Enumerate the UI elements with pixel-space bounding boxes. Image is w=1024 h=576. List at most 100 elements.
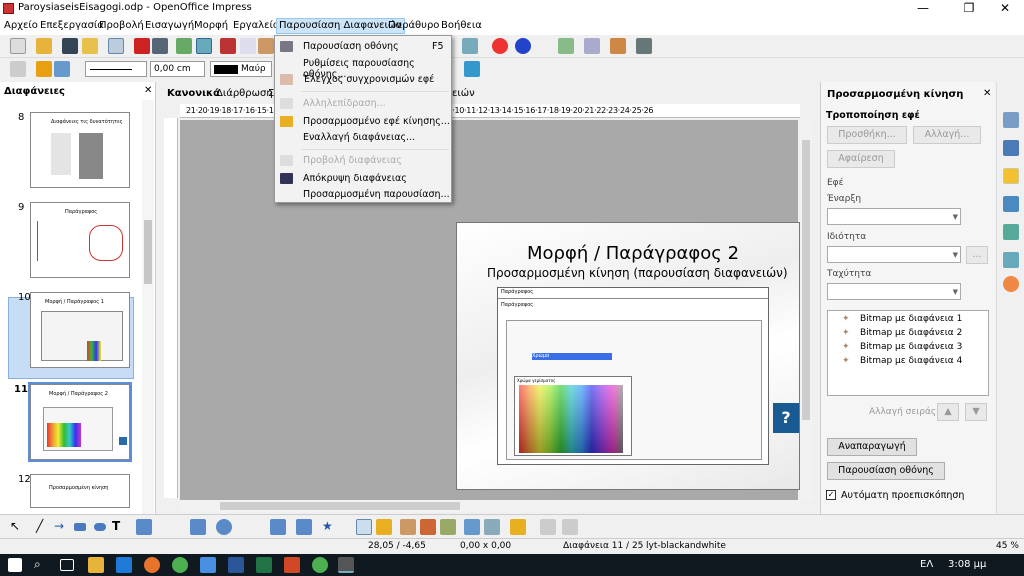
autopreview-checkbox[interactable]: ✓	[826, 490, 836, 500]
chrome-icon[interactable]	[172, 557, 188, 573]
slide-thumbnail-9[interactable]: Παράγραφος	[30, 202, 130, 278]
line-icon[interactable]: ╱	[36, 519, 52, 535]
copy-icon[interactable]	[240, 38, 256, 54]
symbol-shapes-icon[interactable]	[216, 519, 232, 535]
cut-icon[interactable]	[220, 38, 236, 54]
word-icon[interactable]	[228, 557, 244, 573]
fill-icon[interactable]	[464, 61, 480, 77]
points-icon[interactable]	[356, 519, 372, 535]
arrange-icon[interactable]	[510, 519, 526, 535]
explorer-icon[interactable]	[88, 557, 104, 573]
change-effect-button[interactable]: Αλλαγή...	[913, 126, 981, 144]
effect-item[interactable]: ✦ Bitmap με διαφάνεια 4	[842, 356, 962, 366]
language-indicator[interactable]: ΕΛ	[920, 559, 933, 570]
callouts-icon[interactable]	[296, 519, 312, 535]
tab-normal[interactable]: Κανονικά	[167, 88, 220, 99]
effect-item[interactable]: ✦ Bitmap με διαφάνεια 1	[842, 314, 962, 324]
master-slides-icon[interactable]	[1003, 224, 1019, 240]
ellipse-icon[interactable]	[94, 523, 106, 531]
layouts-icon[interactable]	[1003, 140, 1019, 156]
transition-icon[interactable]	[1003, 196, 1019, 212]
zoom-level[interactable]: 45 %	[996, 541, 1019, 551]
effect-item[interactable]: ✦ Bitmap με διαφάνεια 3	[842, 342, 962, 352]
flowchart-icon[interactable]	[270, 519, 286, 535]
menu-item-custom-animation[interactable]: Προσαρμοσμένο εφέ κίνησης...	[303, 116, 450, 127]
arrow-style-icon[interactable]	[54, 61, 70, 77]
3d-icon[interactable]	[540, 519, 556, 535]
help-icon[interactable]	[515, 38, 531, 54]
menu-window[interactable]: Παράθυρο	[388, 20, 439, 31]
menu-item-custom-slideshow[interactable]: Προσαρμοσμένη παρουσίαση...	[303, 189, 450, 200]
save-icon[interactable]	[62, 38, 78, 54]
firefox-icon[interactable]	[144, 557, 160, 573]
edge-icon[interactable]	[116, 557, 132, 573]
menu-item-show-slide[interactable]: Προβολή διαφάνειας	[303, 155, 402, 166]
start-combo[interactable]: ▼	[827, 208, 961, 225]
slide-thumbnail-11[interactable]: Μορφή / Παράγραφος 2	[28, 382, 132, 462]
menu-item-interaction[interactable]: Αλληλεπίδραση...	[303, 98, 386, 109]
move-down-button[interactable]: ▼	[965, 403, 987, 421]
new-icon[interactable]	[10, 38, 26, 54]
properties-icon[interactable]	[1003, 112, 1019, 128]
open-folder-icon[interactable]	[36, 38, 52, 54]
impress-taskbar-icon[interactable]	[338, 557, 354, 573]
menu-tools[interactable]: Εργαλεία	[233, 20, 279, 31]
styles-icon[interactable]	[10, 61, 26, 77]
excel-icon[interactable]	[256, 557, 272, 573]
line-style-combo[interactable]	[85, 61, 147, 77]
slide-thumbnail-8[interactable]: Διαφάνειες τις δυνατότητες	[30, 112, 130, 188]
curve-icon[interactable]	[136, 519, 152, 535]
menu-format[interactable]: Μορφή	[194, 20, 228, 31]
play-button[interactable]: Αναπαραγωγή	[827, 438, 917, 456]
powerpoint-icon[interactable]	[284, 557, 300, 573]
text-icon[interactable]: T	[112, 519, 128, 535]
maximize-button[interactable]: ❐	[954, 0, 984, 17]
zoom-icon[interactable]	[492, 38, 508, 54]
add-effect-button[interactable]: Προσθήκη...	[827, 126, 907, 144]
search-icon[interactable]: ⌕	[34, 557, 50, 573]
edit-file-icon[interactable]	[108, 38, 124, 54]
select-icon[interactable]: ↖	[10, 519, 26, 535]
stars-icon[interactable]: ★	[322, 519, 338, 535]
tab-outline[interactable]: Διάρθρωση	[216, 88, 273, 99]
export-pdf-icon[interactable]	[134, 38, 150, 54]
slide[interactable]: Μορφή / Παράγραφος 2 Προσαρμοσμένη κίνησ…	[456, 222, 800, 490]
close-window-button[interactable]: ✕	[990, 0, 1020, 17]
menu-view[interactable]: Προβολή	[99, 20, 144, 31]
pane-close-icon[interactable]: ✕	[983, 88, 991, 99]
clock[interactable]: 3:08 μμ	[948, 559, 986, 570]
tab-sorter[interactable]: ειών	[452, 88, 475, 99]
canvas-horizontal-scrollbar[interactable]	[180, 500, 800, 512]
slide-icon[interactable]	[558, 38, 574, 54]
layout-icon[interactable]	[584, 38, 600, 54]
line-width-field[interactable]: 0,00 cm	[150, 61, 205, 77]
display-icon[interactable]	[610, 38, 626, 54]
slide-thumbnail-12[interactable]: Προσαρμοσμένη κίνηση	[30, 474, 130, 508]
rectangle-icon[interactable]	[74, 523, 86, 531]
menu-file[interactable]: Αρχείο	[4, 20, 38, 31]
basic-shapes-icon[interactable]	[190, 519, 206, 535]
property-combo[interactable]: ▼	[827, 246, 961, 263]
autospellcheck-icon[interactable]	[196, 38, 212, 54]
menu-item-slide-transition[interactable]: Εναλλαγή διαφάνειας...	[303, 132, 415, 143]
spellcheck-icon[interactable]	[176, 38, 192, 54]
fontwork-icon[interactable]	[420, 519, 436, 535]
align-icon[interactable]	[484, 519, 500, 535]
menu-item-rehearse-timings[interactable]: Έλεγχος συγχρονισμών εφέ	[303, 74, 434, 85]
menu-item-hide-slide[interactable]: Απόκρυψη διαφάνειας	[303, 173, 407, 184]
paste-icon[interactable]	[258, 38, 274, 54]
task-view-icon[interactable]	[60, 559, 74, 571]
email-icon[interactable]	[82, 38, 98, 54]
minimize-button[interactable]: —	[908, 0, 938, 17]
slides-pane-close-icon[interactable]: ✕	[144, 85, 152, 96]
start-icon[interactable]	[8, 558, 22, 572]
menu-insert[interactable]: Εισαγωγή	[145, 20, 194, 31]
property-options-button[interactable]: ...	[966, 246, 988, 264]
canvas-vertical-scrollbar[interactable]	[800, 120, 812, 500]
glue-points-icon[interactable]	[376, 519, 392, 535]
image-icon[interactable]	[400, 519, 416, 535]
menu-item-slideshow[interactable]: Παρουσίαση οθόνης	[303, 41, 399, 52]
rotate-icon[interactable]	[464, 519, 480, 535]
line-color-combo[interactable]: Μαύρ	[210, 61, 272, 77]
menu-slideshow[interactable]: Παρουσίαση Διαφανειών	[276, 18, 405, 34]
